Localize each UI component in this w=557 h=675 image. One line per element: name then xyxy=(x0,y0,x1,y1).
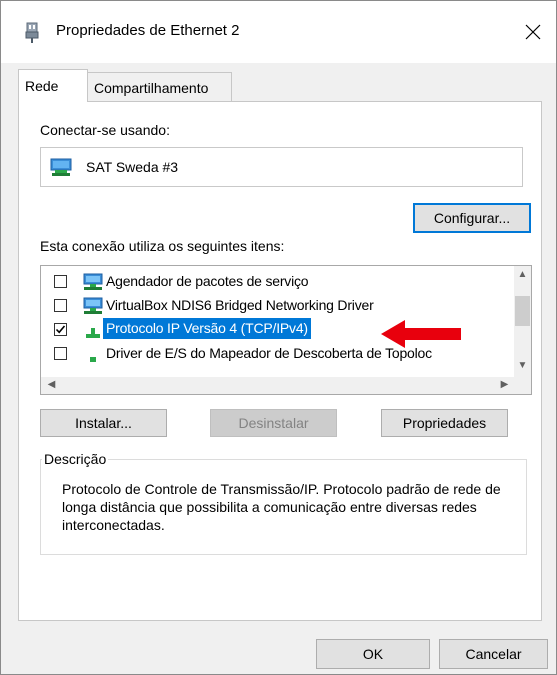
description-title: Descrição xyxy=(42,451,109,467)
item-checkbox[interactable] xyxy=(54,347,67,360)
items-label: Esta conexão utiliza os seguintes itens: xyxy=(40,238,285,254)
tab-rede[interactable]: Rede xyxy=(18,69,88,102)
properties-dialog: Propriedades de Ethernet 2 Rede Comparti… xyxy=(0,0,557,675)
connect-using-label: Conectar-se usando: xyxy=(40,122,170,138)
network-service-icon xyxy=(83,297,103,314)
install-button-label: Instalar... xyxy=(75,415,132,431)
close-icon xyxy=(525,24,541,40)
scroll-right-icon[interactable]: ▶ xyxy=(496,379,513,390)
red-arrow-annotation-icon xyxy=(381,320,461,348)
properties-button[interactable]: Propriedades xyxy=(381,409,508,437)
uninstall-button[interactable]: Desinstalar xyxy=(210,409,337,437)
ok-button[interactable]: OK xyxy=(316,639,430,669)
adapter-name: SAT Sweda #3 xyxy=(86,159,179,175)
vertical-scrollbar[interactable]: ▲ ▼ xyxy=(514,266,531,377)
item-checkbox[interactable] xyxy=(54,275,67,288)
protocol-icon xyxy=(90,357,96,362)
window-title: Propriedades de Ethernet 2 xyxy=(56,22,240,39)
item-label: Protocolo IP Versão 4 (TCP/IPv4) xyxy=(103,318,311,339)
tab-panel-rede: Conectar-se usando: SAT Sweda #3 Configu… xyxy=(18,101,542,621)
network-adapter-icon xyxy=(50,158,72,176)
adapter-field: SAT Sweda #3 xyxy=(40,147,523,187)
item-checkbox-checked[interactable] xyxy=(54,323,67,336)
list-item[interactable]: VirtualBox NDIS6 Bridged Networking Driv… xyxy=(41,294,511,318)
cancel-button[interactable]: Cancelar xyxy=(439,639,548,669)
title-bar: Propriedades de Ethernet 2 xyxy=(1,1,556,63)
uninstall-button-label: Desinstalar xyxy=(238,415,309,431)
scroll-left-icon[interactable]: ◀ xyxy=(43,379,60,390)
list-item[interactable]: Agendador de pacotes de serviço xyxy=(41,270,511,294)
install-button[interactable]: Instalar... xyxy=(40,409,167,437)
horizontal-scrollbar[interactable]: ◀ ▶ xyxy=(41,377,531,394)
close-button[interactable] xyxy=(510,9,556,55)
scroll-up-icon[interactable]: ▲ xyxy=(514,269,531,280)
network-service-icon xyxy=(83,273,103,290)
checkmark-icon xyxy=(55,325,66,334)
scroll-thumb[interactable] xyxy=(515,296,530,326)
ok-button-label: OK xyxy=(362,646,384,662)
cancel-button-label: Cancelar xyxy=(465,646,522,662)
configure-button[interactable]: Configurar... xyxy=(413,203,531,233)
protocol-icon xyxy=(86,328,100,338)
properties-button-label: Propriedades xyxy=(402,415,487,431)
item-label: VirtualBox NDIS6 Bridged Networking Driv… xyxy=(106,297,374,313)
item-checkbox[interactable] xyxy=(54,299,67,312)
ethernet-icon xyxy=(25,22,39,43)
configure-button-label: Configurar... xyxy=(433,210,511,226)
tab-compartilhamento[interactable]: Compartilhamento xyxy=(87,72,232,102)
item-label: Agendador de pacotes de serviço xyxy=(106,273,309,289)
description-text: Protocolo de Controle de Transmissão/IP.… xyxy=(62,481,501,533)
scroll-down-icon[interactable]: ▼ xyxy=(514,360,531,371)
